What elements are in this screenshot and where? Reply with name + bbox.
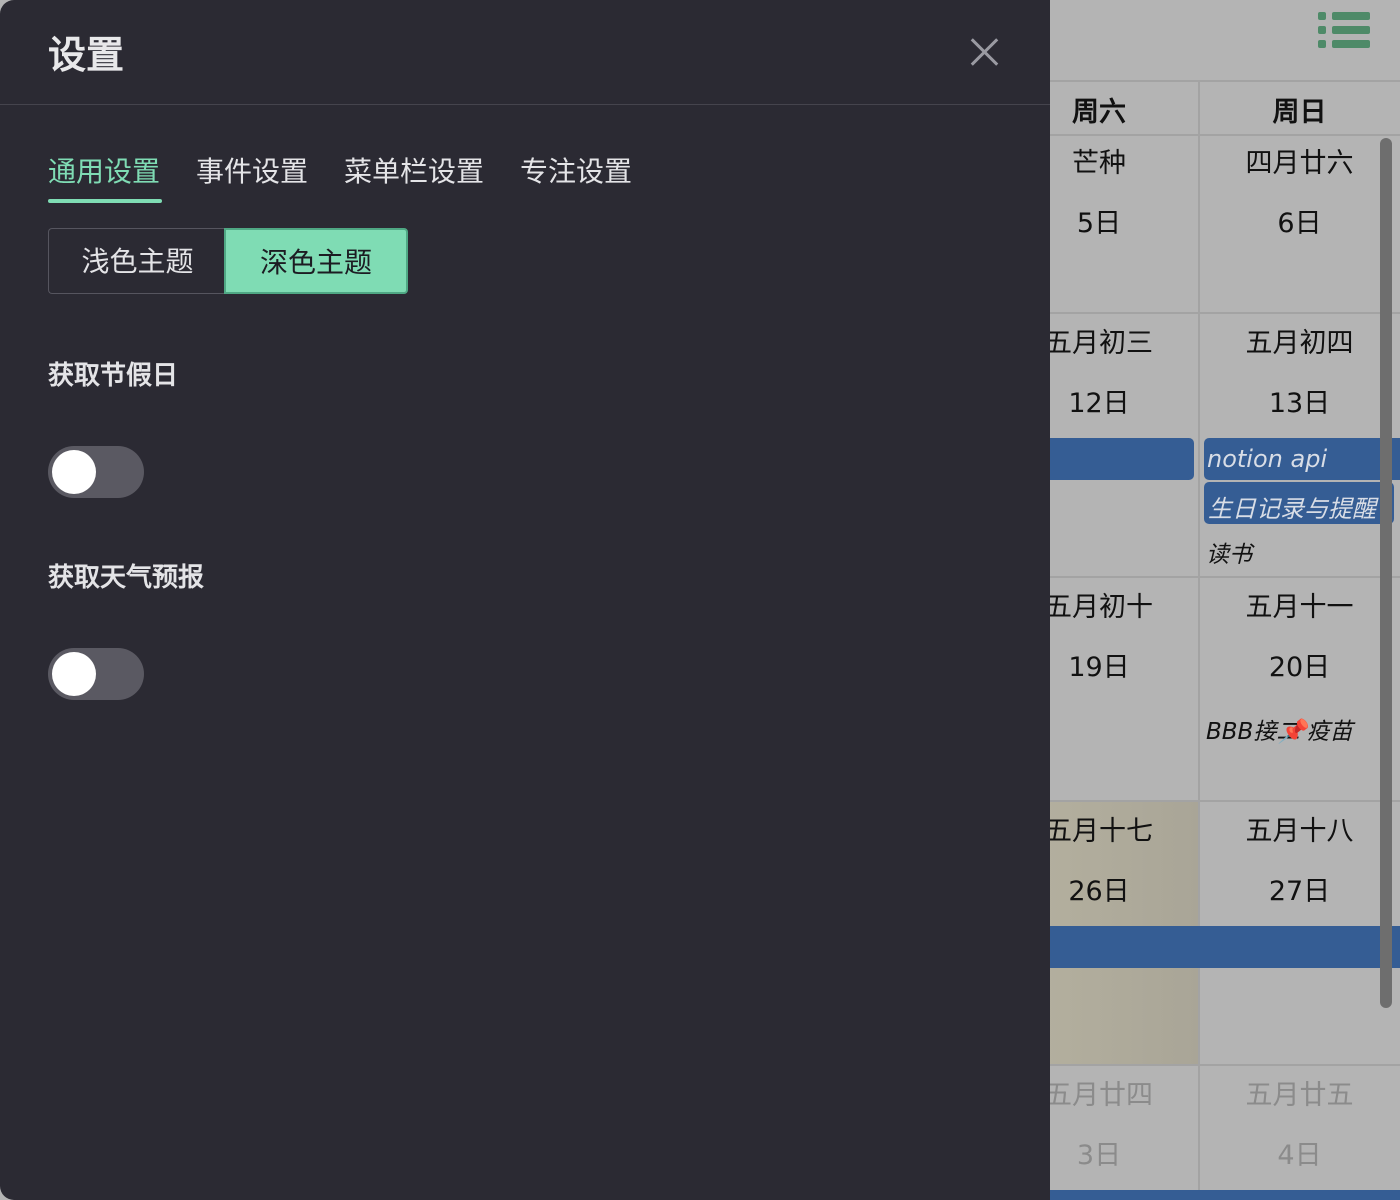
- light-theme-button[interactable]: 浅色主题: [48, 228, 226, 294]
- lunar-date: 五月初四: [1245, 328, 1354, 359]
- event-bar[interactable]: [1050, 1190, 1400, 1200]
- day-number[interactable]: 20日: [1199, 638, 1400, 698]
- lunar-date: 四月廿六: [1245, 148, 1354, 179]
- dark-theme-button[interactable]: 深色主题: [224, 228, 408, 294]
- tab-events[interactable]: 事件设置: [196, 150, 308, 190]
- theme-switch: 浅色主题 深色主题: [48, 228, 408, 296]
- settings-title: 设置: [48, 33, 125, 77]
- event-birthday[interactable]: 生日记录与提醒: [1208, 489, 1376, 524]
- lunar-date: 五月十八: [1245, 816, 1354, 847]
- header-divider: [0, 104, 1050, 105]
- weather-toggle[interactable]: [48, 648, 144, 700]
- close-icon[interactable]: [962, 32, 1006, 72]
- lunar-date: 五月廿五: [1245, 1080, 1354, 1111]
- active-tab-indicator: [48, 199, 162, 203]
- event-reading[interactable]: 读书: [1206, 535, 1252, 569]
- event-vaccine[interactable]: 📌疫苗: [1278, 712, 1353, 746]
- toggle-knob: [52, 652, 96, 696]
- toggle-knob: [52, 450, 96, 494]
- list-view-icon[interactable]: [1318, 10, 1370, 50]
- event-bar[interactable]: [1000, 926, 1400, 968]
- scrollbar[interactable]: [1380, 138, 1392, 1008]
- day-number[interactable]: 6日: [1199, 194, 1400, 254]
- tab-general[interactable]: 通用设置: [48, 150, 160, 190]
- day-number[interactable]: 27日: [1199, 862, 1400, 922]
- weather-label: 获取天气预报: [48, 563, 205, 593]
- weekday-sunday: 周日: [1272, 97, 1327, 128]
- day-number[interactable]: 4日: [1199, 1126, 1400, 1186]
- day-number[interactable]: 13日: [1199, 374, 1400, 434]
- lunar-date: 五月十一: [1245, 592, 1354, 623]
- holidays-toggle[interactable]: [48, 446, 144, 498]
- holidays-label: 获取节假日: [48, 361, 179, 391]
- tab-menubar[interactable]: 菜单栏设置: [344, 150, 484, 190]
- settings-drawer: 设置 通用设置 事件设置 菜单栏设置 专注设置 浅色主题 深色主题 获取节假日 …: [0, 0, 1050, 1200]
- event-notion-api[interactable]: notion api: [1207, 445, 1327, 473]
- tab-focus[interactable]: 专注设置: [520, 150, 632, 190]
